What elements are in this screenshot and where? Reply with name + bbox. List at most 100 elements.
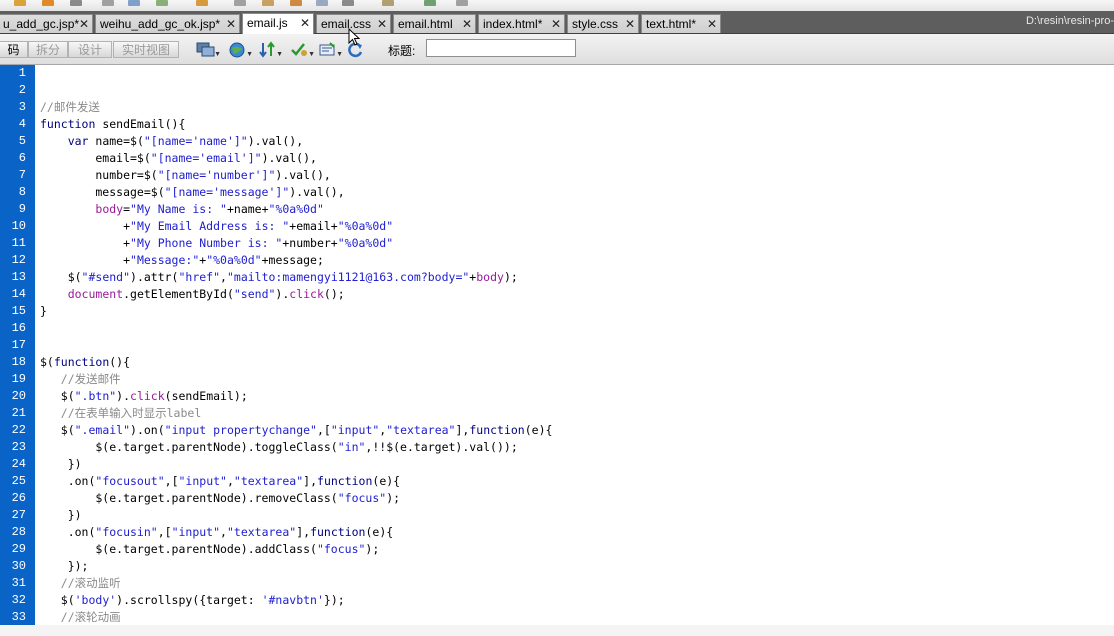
code-token: +message; xyxy=(261,253,324,267)
code-line[interactable]: .on("focusin",["input","textarea"],funct… xyxy=(40,524,393,541)
tab-label: text.html* xyxy=(646,17,697,31)
code-line[interactable]: //邮件发送 xyxy=(40,99,100,116)
close-icon[interactable]: ✕ xyxy=(462,15,472,33)
code-line[interactable]: function sendEmail(){ xyxy=(40,116,185,133)
multiscreen-icon[interactable]: ▼ xyxy=(196,40,221,59)
code-line[interactable]: }) xyxy=(40,456,82,473)
string-token: "input" xyxy=(178,474,227,488)
toolbar-icon[interactable] xyxy=(456,0,468,6)
code-line[interactable]: $(e.target.parentNode).removeClass("focu… xyxy=(40,490,400,507)
code-line[interactable]: } xyxy=(40,303,47,320)
tab-style-css[interactable]: style.css ✕ xyxy=(567,14,639,33)
string-token: "%0a%0d" xyxy=(337,236,394,250)
line-number: 23 xyxy=(11,440,26,454)
code-line[interactable]: //在表单输入时显示label xyxy=(40,405,201,422)
code-token: ], xyxy=(455,423,470,437)
code-token: $( xyxy=(40,593,75,607)
live-view-button[interactable]: 实时视图 xyxy=(113,41,179,58)
code-line[interactable]: document.getElementById("send").click(); xyxy=(40,286,345,303)
code-token: ).scrollspy({target: xyxy=(116,593,262,607)
validate-icon[interactable]: ▼ xyxy=(290,40,315,59)
code-token: ).val(), xyxy=(275,168,331,182)
toolbar-icon[interactable] xyxy=(14,0,26,6)
toolbar-icon[interactable] xyxy=(262,0,274,6)
member-token: document xyxy=(67,287,124,301)
toolbar-icon[interactable] xyxy=(70,0,82,6)
code-line[interactable]: $(function(){ xyxy=(40,354,130,371)
toolbar-icon[interactable] xyxy=(290,0,302,6)
toolbar-icon[interactable] xyxy=(42,0,54,6)
code-line[interactable]: var name=$("[name='name']").val(), xyxy=(40,133,303,150)
member-token: body xyxy=(95,202,124,216)
toolbar-icon[interactable] xyxy=(128,0,140,6)
close-icon[interactable]: ✕ xyxy=(551,15,561,33)
line-number: 20 xyxy=(11,389,26,403)
code-line[interactable]: number=$("[name='number']").val(), xyxy=(40,167,331,184)
code-line[interactable]: .on("focusout",["input","textarea"],func… xyxy=(40,473,400,490)
code-line[interactable]: +"Message:"+"%0a%0d"+message; xyxy=(40,252,324,269)
code-line[interactable]: +"My Email Address is: "+email+"%0a%0d" xyxy=(40,218,393,235)
code-token: + xyxy=(40,236,131,250)
code-line[interactable]: $(".email").on("input propertychange",["… xyxy=(40,422,553,439)
visual-aids-icon[interactable]: ▼ xyxy=(318,40,343,59)
member-token: click xyxy=(130,389,165,403)
toolbar-icon[interactable] xyxy=(234,0,246,6)
toolbar-icon[interactable] xyxy=(196,0,208,6)
code-token: .getElementById( xyxy=(123,287,234,301)
tab-weihu-add-gc-ok-jsp[interactable]: weihu_add_gc_ok.jsp* ✕ xyxy=(95,14,240,33)
toolbar-icon[interactable] xyxy=(316,0,328,6)
code-line[interactable]: message=$("[name='message']").val(), xyxy=(40,184,344,201)
globe-icon[interactable]: ▼ xyxy=(228,40,253,59)
code-line[interactable]: body="My Name is: "+name+"%0a%0d" xyxy=(40,201,324,218)
code-line[interactable]: $(e.target.parentNode).toggleClass("in",… xyxy=(40,439,517,456)
close-icon[interactable]: ✕ xyxy=(707,15,717,33)
code-line[interactable]: $("#send").attr("href","mailto:mamengyi1… xyxy=(40,269,518,286)
tab-label: u_add_gc.jsp* xyxy=(3,17,80,31)
string-token: "focusout" xyxy=(95,474,165,488)
code-line[interactable]: $(".btn").click(sendEmail); xyxy=(40,388,248,405)
code-line[interactable]: //滚轮动画 xyxy=(40,609,121,625)
code-line[interactable]: email=$("[name='email']").val(), xyxy=(40,150,317,167)
title-input[interactable] xyxy=(426,39,576,57)
close-icon[interactable]: ✕ xyxy=(625,15,635,33)
code-token: $(e.target.parentNode).removeClass( xyxy=(40,491,338,505)
tab-email-html[interactable]: email.html ✕ xyxy=(393,14,476,33)
horizontal-scrollbar[interactable] xyxy=(0,625,1114,636)
close-icon[interactable]: ✕ xyxy=(300,14,310,32)
code-line[interactable]: $(e.target.parentNode).addClass("focus")… xyxy=(40,541,379,558)
tab-u-add-gc-jsp[interactable]: u_add_gc.jsp* ✕ xyxy=(0,14,93,33)
code-line[interactable]: $('body').scrollspy({target: '#navbtn'})… xyxy=(40,592,345,609)
close-icon[interactable]: ✕ xyxy=(377,15,387,33)
tab-email-js[interactable]: email.js ✕ xyxy=(242,13,314,34)
member-token: body xyxy=(476,270,504,284)
code-line[interactable]: //滚动监听 xyxy=(40,575,121,592)
code-editor[interactable]: //邮件发送 function sendEmail(){ var name=$("… xyxy=(40,65,1110,625)
line-number: 31 xyxy=(11,576,26,590)
code-token: (sendEmail); xyxy=(164,389,248,403)
code-token: (); xyxy=(323,287,345,301)
close-icon[interactable]: ✕ xyxy=(226,15,236,33)
code-line[interactable]: }) xyxy=(40,507,82,524)
toolbar-icon[interactable] xyxy=(102,0,114,6)
code-line[interactable]: +"My Phone Number is: "+number+"%0a%0d" xyxy=(40,235,393,252)
keyword-token: function xyxy=(317,474,373,488)
code-line[interactable]: //发送邮件 xyxy=(40,371,121,388)
file-management-icon[interactable]: ▼ xyxy=(258,40,283,59)
close-icon[interactable]: ✕ xyxy=(79,15,89,33)
code-token: $( xyxy=(40,270,82,284)
design-view-button[interactable]: 设计 xyxy=(68,41,112,58)
tab-label: email.html xyxy=(398,17,453,31)
toolbar-icon[interactable] xyxy=(342,0,354,6)
code-token: }); xyxy=(323,593,345,607)
toolbar-icon[interactable] xyxy=(424,0,436,6)
code-view-button[interactable]: 码 xyxy=(0,41,28,58)
code-token: , xyxy=(220,525,227,539)
string-token: "[name='email']" xyxy=(150,151,262,165)
toolbar-icon[interactable] xyxy=(382,0,394,6)
code-line[interactable]: }); xyxy=(40,558,89,575)
tab-text-html[interactable]: text.html* ✕ xyxy=(641,14,721,33)
tab-index-html[interactable]: index.html* ✕ xyxy=(478,14,565,33)
toolbar-icon[interactable] xyxy=(156,0,168,6)
split-view-button[interactable]: 拆分 xyxy=(28,41,68,58)
